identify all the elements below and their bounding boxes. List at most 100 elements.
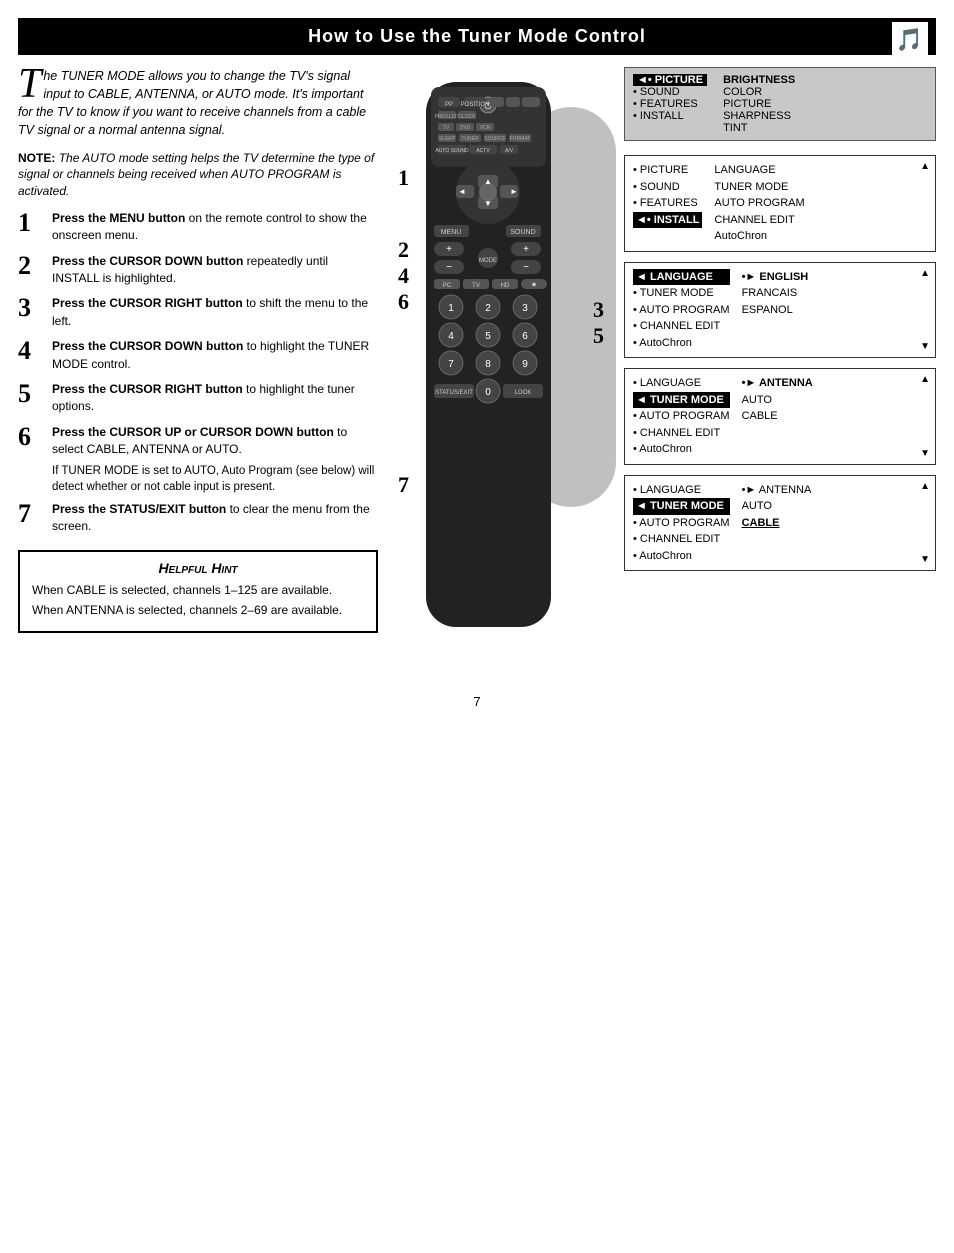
panel2-auto: • AUTO PROGRAM	[633, 302, 730, 319]
panel2-autochron: • AutoChron	[633, 335, 730, 352]
steps-list-2: 7 Press the STATUS/EXIT button to clear …	[18, 501, 378, 536]
svg-text:LOOK: LOOK	[515, 390, 532, 396]
svg-text:5: 5	[485, 331, 491, 342]
panel3-arrow-up: ▲	[920, 372, 930, 387]
steps-list: 1 Press the MENU button on the remote co…	[18, 210, 378, 459]
panel1-install-selected: ◄• INSTALL	[633, 212, 702, 229]
panel3-right: •► ANTENNA AUTO CABLE	[742, 375, 813, 458]
svg-text:▼: ▼	[484, 199, 492, 208]
step-4-text: Press the CURSOR DOWN button to highligh…	[52, 338, 378, 373]
step-1: 1 Press the MENU button on the remote co…	[18, 210, 378, 245]
panel1-picture: • PICTURE	[633, 162, 702, 179]
svg-text:TV: TV	[443, 125, 450, 131]
menu-panel-2: ▲ ▼ ◄ LANGUAGE • TUNER MODE • AUTO PROGR…	[624, 262, 936, 359]
menu-item-install: • INSTALL	[633, 110, 707, 122]
panel3-arrow-down: ▼	[920, 446, 930, 461]
menu-panel-3: ▲ ▼ • LANGUAGE ◄ TUNER MODE • AUTO PROGR…	[624, 368, 936, 465]
step-1-text: Press the MENU button on the remote cont…	[52, 210, 378, 245]
panel4-left: • LANGUAGE ◄ TUNER MODE • AUTO PROGRAM •…	[633, 482, 730, 565]
svg-text:MODE: MODE	[479, 258, 497, 264]
menu-item-sound: • SOUND	[633, 86, 707, 98]
step-2: 2 Press the CURSOR DOWN button repeatedl…	[18, 253, 378, 288]
svg-text:TV: TV	[472, 283, 480, 289]
step-overlay-35: 35	[593, 297, 604, 349]
svg-text:SOURCE: SOURCE	[484, 136, 506, 142]
svg-text:▲: ▲	[484, 177, 492, 186]
panel4-channel: • CHANNEL EDIT	[633, 531, 730, 548]
step-7-number: 7	[18, 501, 46, 527]
panel1-right-language: LANGUAGE	[714, 162, 804, 179]
svg-text:0: 0	[485, 387, 491, 398]
panel2-channel: • CHANNEL EDIT	[633, 318, 730, 335]
helpful-hint-box: Helpful Hint When CABLE is selected, cha…	[18, 550, 378, 634]
panel4-autochron: • AutoChron	[633, 548, 730, 565]
panel4-right: •► ANTENNA AUTO CABLE	[742, 482, 812, 565]
svg-text:HD: HD	[501, 283, 510, 289]
svg-text:VCR: VCR	[480, 125, 491, 131]
panel1-right-auto: AUTO PROGRAM	[714, 195, 804, 212]
svg-text:+: +	[523, 244, 529, 255]
step-4: 4 Press the CURSOR DOWN button to highli…	[18, 338, 378, 373]
svg-text:ACTV: ACTV	[476, 148, 490, 154]
menu-panel-1: ▲ • PICTURE • SOUND • FEATURES ◄• INSTAL…	[624, 155, 936, 252]
step-1-number: 1	[18, 210, 46, 236]
menu-item-features: • FEATURES	[633, 98, 707, 110]
remote-control-svg: ⏻ PP POSITION PREV.LIST CLOCK TV	[396, 77, 581, 657]
note-label: NOTE:	[18, 151, 55, 165]
panel3-right-antenna: •► ANTENNA	[742, 375, 813, 392]
drop-cap: T	[18, 67, 41, 103]
step-overlay-246: 246	[398, 237, 409, 315]
panel4-right-cable: CABLE	[742, 515, 812, 532]
step-5: 5 Press the CURSOR RIGHT button to highl…	[18, 381, 378, 416]
menu-right-brightness: BRIGHTNESS	[723, 74, 795, 86]
panel3-tuner-selected: ◄ TUNER MODE	[633, 392, 730, 409]
panel4-arrow-down: ▼	[920, 552, 930, 567]
panel3-language: • LANGUAGE	[633, 375, 730, 392]
panel1-right-channel: CHANNEL EDIT	[714, 212, 804, 229]
step-5-number: 5	[18, 381, 46, 407]
svg-text:MENU: MENU	[441, 229, 462, 236]
panel2-arrow-up: ▲	[920, 266, 930, 281]
panel3-channel: • CHANNEL EDIT	[633, 425, 730, 442]
panel1-right: LANGUAGE TUNER MODE AUTO PROGRAM CHANNEL…	[714, 162, 804, 245]
panel3-left: • LANGUAGE ◄ TUNER MODE • AUTO PROGRAM •…	[633, 375, 730, 458]
step-7: 7 Press the STATUS/EXIT button to clear …	[18, 501, 378, 536]
page-header: How to Use the Tuner Mode Control 🎵	[18, 18, 936, 55]
helpful-hint-2: When ANTENNA is selected, channels 2–69 …	[32, 602, 364, 619]
panel1-left: • PICTURE • SOUND • FEATURES ◄• INSTALL	[633, 162, 702, 245]
svg-text:1: 1	[448, 303, 454, 314]
svg-text:FORMAT: FORMAT	[510, 136, 531, 142]
svg-text:POSITION: POSITION	[461, 102, 490, 108]
svg-text:⏺: ⏺	[532, 280, 536, 289]
svg-text:+: +	[446, 244, 452, 255]
panel3-autochron: • AutoChron	[633, 441, 730, 458]
panel3-right-auto: AUTO	[742, 392, 813, 409]
intro-text: T he TUNER MODE allows you to change the…	[18, 67, 378, 140]
step-3-number: 3	[18, 295, 46, 321]
menu-right-sharpness: SHARPNESS	[723, 110, 795, 122]
svg-text:PREV.LIST: PREV.LIST	[434, 114, 459, 120]
svg-text:6: 6	[522, 331, 528, 342]
panel2-right: •► ENGLISH FRANCAIS ESPANOL	[742, 269, 809, 352]
step-5-text: Press the CURSOR RIGHT button to highlig…	[52, 381, 378, 416]
step-4-number: 4	[18, 338, 46, 364]
menu-item-picture-selected: ◄• PICTURE	[633, 74, 707, 86]
svg-text:SLEEP: SLEEP	[439, 136, 456, 142]
panel1-sound: • SOUND	[633, 179, 702, 196]
svg-text:CLOCK: CLOCK	[458, 114, 476, 120]
svg-text:DVD: DVD	[460, 125, 471, 131]
note-text: NOTE: The AUTO mode setting helps the TV…	[18, 150, 378, 200]
panel1-right-autochron: AutoChron	[714, 228, 804, 245]
svg-text:−: −	[446, 262, 452, 273]
svg-text:−: −	[523, 262, 529, 273]
svg-text:2: 2	[485, 303, 491, 314]
step-2-number: 2	[18, 253, 46, 279]
panel2-arrow-down: ▼	[920, 339, 930, 354]
note-body: The AUTO mode setting helps the TV deter…	[18, 151, 374, 199]
helpful-hint-title: Helpful Hint	[32, 560, 364, 576]
panel4-language: • LANGUAGE	[633, 482, 730, 499]
panel1-features: • FEATURES	[633, 195, 702, 212]
intro-body: he TUNER MODE allows you to change the T…	[18, 69, 366, 137]
panel3-auto: • AUTO PROGRAM	[633, 408, 730, 425]
svg-text:8: 8	[485, 359, 491, 370]
